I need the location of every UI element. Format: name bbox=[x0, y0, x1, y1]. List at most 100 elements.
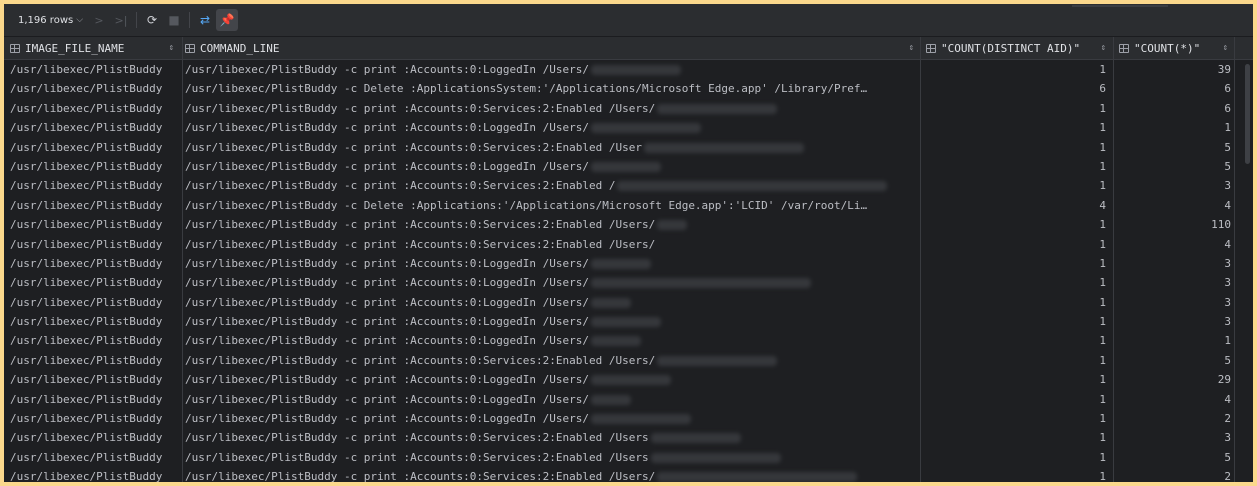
cell-count-distinct-aid[interactable]: 1 bbox=[924, 176, 1106, 195]
cell-image-file-name[interactable]: /usr/libexec/PlistBuddy bbox=[10, 176, 180, 195]
cell-command-line[interactable]: /usr/libexec/PlistBuddy -c print :Accoun… bbox=[185, 312, 920, 331]
sort-icon[interactable]: ⇕ bbox=[1223, 43, 1228, 53]
table-row[interactable]: /usr/libexec/PlistBuddy/usr/libexec/Plis… bbox=[4, 235, 1253, 254]
cell-count-distinct-aid[interactable]: 1 bbox=[924, 351, 1106, 370]
cell-count-star[interactable]: 5 bbox=[1116, 157, 1231, 176]
cell-image-file-name[interactable]: /usr/libexec/PlistBuddy bbox=[10, 273, 180, 292]
table-row[interactable]: /usr/libexec/PlistBuddy/usr/libexec/Plis… bbox=[4, 428, 1253, 447]
cell-count-star[interactable]: 3 bbox=[1116, 293, 1231, 312]
cell-image-file-name[interactable]: /usr/libexec/PlistBuddy bbox=[10, 370, 180, 389]
cell-image-file-name[interactable]: /usr/libexec/PlistBuddy bbox=[10, 467, 180, 482]
cell-image-file-name[interactable]: /usr/libexec/PlistBuddy bbox=[10, 79, 180, 98]
cell-image-file-name[interactable]: /usr/libexec/PlistBuddy bbox=[10, 254, 180, 273]
cell-count-star[interactable]: 4 bbox=[1116, 390, 1231, 409]
sort-icon[interactable]: ⇕ bbox=[169, 43, 174, 53]
cell-count-star[interactable]: 39 bbox=[1116, 60, 1231, 79]
cell-image-file-name[interactable]: /usr/libexec/PlistBuddy bbox=[10, 409, 180, 428]
cell-count-distinct-aid[interactable]: 1 bbox=[924, 331, 1106, 350]
column-header-command-line[interactable]: COMMAND_LINE ⇕ bbox=[185, 37, 920, 59]
next-page-icon[interactable]: > bbox=[88, 14, 110, 27]
cell-image-file-name[interactable]: /usr/libexec/PlistBuddy bbox=[10, 448, 180, 467]
cell-count-star[interactable]: 29 bbox=[1116, 370, 1231, 389]
sort-icon[interactable]: ⇕ bbox=[909, 43, 914, 53]
cell-command-line[interactable]: /usr/libexec/PlistBuddy -c print :Accoun… bbox=[185, 448, 920, 467]
cell-count-distinct-aid[interactable]: 1 bbox=[924, 467, 1106, 482]
cell-image-file-name[interactable]: /usr/libexec/PlistBuddy bbox=[10, 157, 180, 176]
table-row[interactable]: /usr/libexec/PlistBuddy/usr/libexec/Plis… bbox=[4, 254, 1253, 273]
table-row[interactable]: /usr/libexec/PlistBuddy/usr/libexec/Plis… bbox=[4, 99, 1253, 118]
cell-image-file-name[interactable]: /usr/libexec/PlistBuddy bbox=[10, 390, 180, 409]
cell-command-line[interactable]: /usr/libexec/PlistBuddy -c print :Accoun… bbox=[185, 428, 920, 447]
cell-image-file-name[interactable]: /usr/libexec/PlistBuddy bbox=[10, 60, 180, 79]
cell-image-file-name[interactable]: /usr/libexec/PlistBuddy bbox=[10, 428, 180, 447]
cell-image-file-name[interactable]: /usr/libexec/PlistBuddy bbox=[10, 138, 180, 157]
cell-command-line[interactable]: /usr/libexec/PlistBuddy -c print :Accoun… bbox=[185, 138, 920, 157]
cell-image-file-name[interactable]: /usr/libexec/PlistBuddy bbox=[10, 196, 180, 215]
cell-count-distinct-aid[interactable]: 1 bbox=[924, 138, 1106, 157]
table-row[interactable]: /usr/libexec/PlistBuddy/usr/libexec/Plis… bbox=[4, 467, 1253, 482]
table-row[interactable]: /usr/libexec/PlistBuddy/usr/libexec/Plis… bbox=[4, 196, 1253, 215]
cell-command-line[interactable]: /usr/libexec/PlistBuddy -c print :Accoun… bbox=[185, 235, 920, 254]
cell-image-file-name[interactable]: /usr/libexec/PlistBuddy bbox=[10, 312, 180, 331]
cell-command-line[interactable]: /usr/libexec/PlistBuddy -c print :Accoun… bbox=[185, 331, 920, 350]
cell-count-star[interactable]: 3 bbox=[1116, 273, 1231, 292]
cell-count-distinct-aid[interactable]: 1 bbox=[924, 118, 1106, 137]
cell-command-line[interactable]: /usr/libexec/PlistBuddy -c print :Accoun… bbox=[185, 118, 920, 137]
cell-count-distinct-aid[interactable]: 1 bbox=[924, 157, 1106, 176]
cell-command-line[interactable]: /usr/libexec/PlistBuddy -c print :Accoun… bbox=[185, 60, 920, 79]
table-row[interactable]: /usr/libexec/PlistBuddy/usr/libexec/Plis… bbox=[4, 273, 1253, 292]
cell-command-line[interactable]: /usr/libexec/PlistBuddy -c print :Accoun… bbox=[185, 409, 920, 428]
cell-image-file-name[interactable]: /usr/libexec/PlistBuddy bbox=[10, 351, 180, 370]
table-row[interactable]: /usr/libexec/PlistBuddy/usr/libexec/Plis… bbox=[4, 293, 1253, 312]
refresh-icon[interactable]: ⟳ bbox=[141, 9, 163, 31]
vertical-scrollbar[interactable] bbox=[1245, 64, 1250, 164]
cell-command-line[interactable]: /usr/libexec/PlistBuddy -c print :Accoun… bbox=[185, 157, 920, 176]
table-row[interactable]: /usr/libexec/PlistBuddy/usr/libexec/Plis… bbox=[4, 390, 1253, 409]
table-row[interactable]: /usr/libexec/PlistBuddy/usr/libexec/Plis… bbox=[4, 312, 1253, 331]
cell-count-distinct-aid[interactable]: 6 bbox=[924, 79, 1106, 98]
cell-count-distinct-aid[interactable]: 1 bbox=[924, 215, 1106, 234]
cell-command-line[interactable]: /usr/libexec/PlistBuddy -c Delete :Appli… bbox=[185, 79, 920, 98]
cell-count-star[interactable]: 2 bbox=[1116, 467, 1231, 482]
cell-count-star[interactable]: 5 bbox=[1116, 351, 1231, 370]
table-row[interactable]: /usr/libexec/PlistBuddy/usr/libexec/Plis… bbox=[4, 370, 1253, 389]
stop-icon[interactable]: ■ bbox=[163, 9, 185, 31]
cell-command-line[interactable]: /usr/libexec/PlistBuddy -c print :Accoun… bbox=[185, 370, 920, 389]
cell-count-star[interactable]: 3 bbox=[1116, 312, 1231, 331]
column-header-image-file-name[interactable]: IMAGE_FILE_NAME ⇕ bbox=[10, 37, 180, 59]
cell-count-distinct-aid[interactable]: 1 bbox=[924, 312, 1106, 331]
cell-count-star[interactable]: 5 bbox=[1116, 448, 1231, 467]
table-row[interactable]: /usr/libexec/PlistBuddy/usr/libexec/Plis… bbox=[4, 409, 1253, 428]
cell-command-line[interactable]: /usr/libexec/PlistBuddy -c print :Accoun… bbox=[185, 390, 920, 409]
cell-image-file-name[interactable]: /usr/libexec/PlistBuddy bbox=[10, 118, 180, 137]
cell-command-line[interactable]: /usr/libexec/PlistBuddy -c print :Accoun… bbox=[185, 99, 920, 118]
cell-count-star[interactable]: 6 bbox=[1116, 79, 1231, 98]
cell-image-file-name[interactable]: /usr/libexec/PlistBuddy bbox=[10, 215, 180, 234]
cell-count-star[interactable]: 1 bbox=[1116, 118, 1231, 137]
cell-count-star[interactable]: 4 bbox=[1116, 235, 1231, 254]
cell-command-line[interactable]: /usr/libexec/PlistBuddy -c print :Accoun… bbox=[185, 215, 920, 234]
table-row[interactable]: /usr/libexec/PlistBuddy/usr/libexec/Plis… bbox=[4, 448, 1253, 467]
cell-count-star[interactable]: 110 bbox=[1116, 215, 1231, 234]
pin-icon[interactable]: 📌 bbox=[216, 9, 238, 31]
cell-command-line[interactable]: /usr/libexec/PlistBuddy -c print :Accoun… bbox=[185, 351, 920, 370]
table-row[interactable]: /usr/libexec/PlistBuddy/usr/libexec/Plis… bbox=[4, 118, 1253, 137]
cell-command-line[interactable]: /usr/libexec/PlistBuddy -c Delete :Appli… bbox=[185, 196, 920, 215]
cell-image-file-name[interactable]: /usr/libexec/PlistBuddy bbox=[10, 235, 180, 254]
table-row[interactable]: /usr/libexec/PlistBuddy/usr/libexec/Plis… bbox=[4, 138, 1253, 157]
cell-count-distinct-aid[interactable]: 1 bbox=[924, 235, 1106, 254]
cell-count-distinct-aid[interactable]: 1 bbox=[924, 99, 1106, 118]
cell-count-distinct-aid[interactable]: 1 bbox=[924, 428, 1106, 447]
table-row[interactable]: /usr/libexec/PlistBuddy/usr/libexec/Plis… bbox=[4, 351, 1253, 370]
cell-command-line[interactable]: /usr/libexec/PlistBuddy -c print :Accoun… bbox=[185, 467, 920, 482]
cell-count-star[interactable]: 4 bbox=[1116, 196, 1231, 215]
cell-count-distinct-aid[interactable]: 1 bbox=[924, 448, 1106, 467]
cell-count-star[interactable]: 1 bbox=[1116, 331, 1231, 350]
cell-command-line[interactable]: /usr/libexec/PlistBuddy -c print :Accoun… bbox=[185, 293, 920, 312]
cell-image-file-name[interactable]: /usr/libexec/PlistBuddy bbox=[10, 331, 180, 350]
cell-command-line[interactable]: /usr/libexec/PlistBuddy -c print :Accoun… bbox=[185, 254, 920, 273]
cell-count-star[interactable]: 2 bbox=[1116, 409, 1231, 428]
transpose-icon[interactable]: ⇄ bbox=[194, 9, 216, 31]
cell-count-distinct-aid[interactable]: 1 bbox=[924, 409, 1106, 428]
cell-count-distinct-aid[interactable]: 1 bbox=[924, 370, 1106, 389]
